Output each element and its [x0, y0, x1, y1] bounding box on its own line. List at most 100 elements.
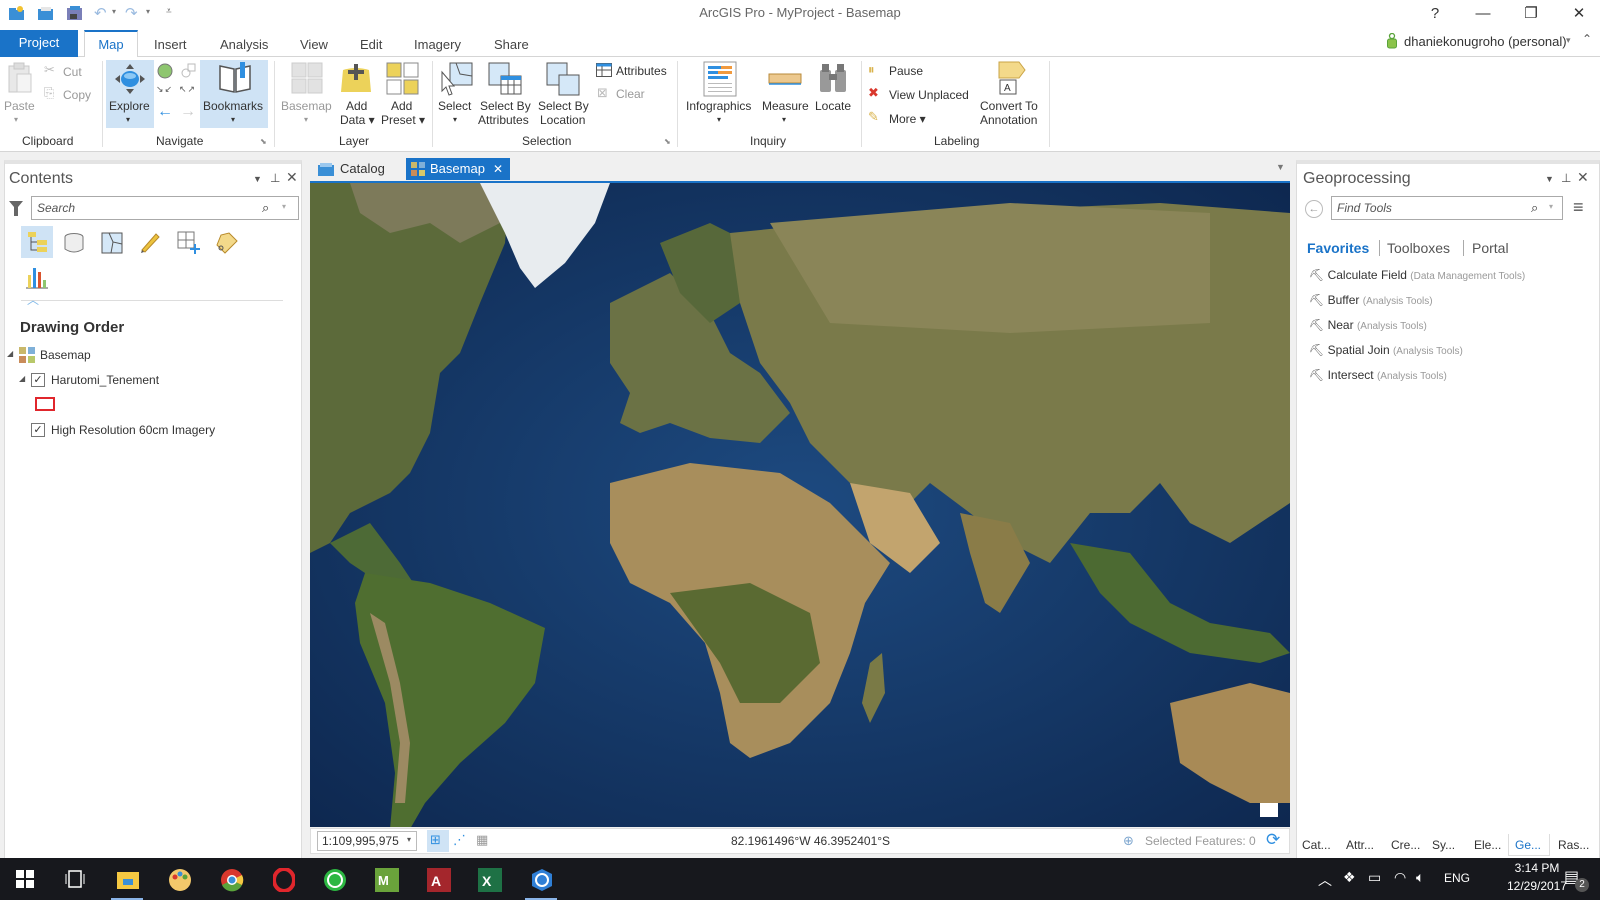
scale-dropdown-icon[interactable]: ▾ — [407, 835, 411, 844]
satellite-map[interactable] — [310, 183, 1290, 827]
arcgis-pro-app[interactable] — [517, 858, 565, 900]
paint-app[interactable] — [155, 858, 203, 900]
restore-button[interactable]: ❐ — [1508, 2, 1554, 26]
tab-project[interactable]: Project — [0, 30, 78, 57]
search-icon[interactable]: ⌕ — [1531, 200, 1538, 216]
layer-visibility-checkbox[interactable]: ✓ — [31, 423, 45, 437]
view-tabs-dropdown-icon[interactable]: ▼ — [1276, 162, 1285, 172]
tab-catalog[interactable]: Catalog — [316, 158, 404, 180]
attributes-button[interactable]: Attributes — [616, 64, 667, 78]
fixed-zoom-out-icon[interactable]: ↖↗ — [179, 84, 196, 95]
clock-date[interactable]: 12/29/2017 — [1500, 879, 1574, 893]
previous-extent-icon[interactable]: ← — [157, 103, 173, 121]
file-explorer-app[interactable] — [103, 858, 151, 900]
language-indicator[interactable]: ENG — [1444, 871, 1470, 885]
tab-imagery[interactable]: Imagery — [400, 32, 475, 57]
more-labeling-button[interactable]: More ▾ — [889, 112, 926, 126]
collapse-toolbar-icon[interactable]: ︿ — [27, 291, 39, 308]
add-preset-button[interactable]: Add — [391, 99, 412, 113]
measure-dropdown-icon[interactable]: ▾ — [782, 113, 786, 127]
convert-to-annotation-icon[interactable]: A — [995, 60, 1027, 96]
select-by-location-icon[interactable] — [546, 62, 580, 96]
basemap-button[interactable]: Basemap — [281, 99, 332, 113]
tool-item[interactable]: ⛏ Spatial Join (Analysis Tools) — [1309, 340, 1463, 360]
refresh-icon[interactable]: ⟳ — [1266, 830, 1280, 850]
user-dropdown-icon[interactable]: ▾ — [1566, 35, 1571, 46]
contents-search-input[interactable]: Search — [31, 196, 299, 220]
pane-tab-element[interactable]: Ele... — [1474, 834, 1501, 856]
convert-to-annotation-button[interactable]: Convert To — [980, 99, 1038, 113]
list-by-selection-icon[interactable] — [101, 232, 123, 254]
select-icon[interactable] — [440, 62, 474, 96]
list-by-drawing-order-icon[interactable] — [27, 232, 49, 252]
add-preset-dropdown[interactable]: Preset ▾ — [381, 113, 425, 127]
list-by-snapping-icon[interactable] — [177, 231, 201, 255]
map-view[interactable] — [310, 181, 1290, 827]
search-dropdown-icon[interactable]: ▾ — [1549, 202, 1553, 211]
opera-app[interactable] — [259, 858, 307, 900]
select-by-location-button[interactable]: Select By — [538, 99, 589, 113]
volume-icon[interactable]: 🔈︎ — [1416, 869, 1424, 886]
infographics-icon[interactable] — [703, 61, 737, 97]
dropbox-icon[interactable]: ❖ — [1343, 869, 1356, 886]
measure-icon[interactable] — [768, 73, 802, 85]
pin-icon[interactable]: ⊥ — [1561, 171, 1571, 185]
tool-item[interactable]: ⛏ Calculate Field (Data Management Tools… — [1309, 265, 1525, 285]
chrome-app[interactable] — [207, 858, 255, 900]
tab-insert[interactable]: Insert — [140, 32, 201, 57]
expand-layer-icon[interactable]: ◢ — [19, 374, 25, 383]
task-view-icon[interactable] — [65, 870, 85, 888]
back-icon[interactable]: ← — [1305, 200, 1323, 218]
list-by-labeling-icon[interactable] — [215, 231, 239, 255]
user-account[interactable]: dhaniekonugroho (personal) — [1404, 34, 1567, 49]
pause-button[interactable]: Pause — [889, 64, 923, 78]
select-by-attributes-icon[interactable] — [488, 62, 522, 96]
close-button[interactable]: ✕ — [1556, 2, 1600, 26]
next-extent-icon[interactable]: → — [180, 103, 196, 121]
tab-basemap[interactable]: Basemap ✕ — [406, 158, 510, 180]
pane-tab-symbology[interactable]: Sy... — [1432, 834, 1455, 856]
measure-button[interactable]: Measure — [762, 99, 809, 113]
bookmarks-dropdown-icon[interactable]: ▾ — [231, 113, 235, 127]
explore-icon[interactable] — [114, 63, 146, 95]
tab-edit[interactable]: Edit — [346, 32, 396, 57]
wifi-icon[interactable]: ◠ — [1394, 869, 1406, 886]
tab-toolboxes[interactable]: Toolboxes — [1387, 240, 1450, 256]
tree-item-imagery[interactable]: High Resolution 60cm Imagery — [51, 421, 215, 439]
paste-dropdown-icon[interactable]: ▾ — [14, 113, 18, 127]
tree-item-harutomi-tenement[interactable]: Harutomi_Tenement — [51, 371, 159, 389]
clock-time[interactable]: 3:14 PM — [1500, 861, 1574, 875]
grid-icon[interactable]: ⊞ — [430, 832, 441, 848]
selected-features-count[interactable]: Selected Features: 0 — [1145, 834, 1256, 848]
basemap-dropdown-icon[interactable]: ▾ — [304, 113, 308, 127]
layer-visibility-checkbox[interactable]: ✓ — [31, 373, 45, 387]
tab-favorites[interactable]: Favorites — [1307, 240, 1369, 256]
cut-button[interactable]: Cut — [63, 65, 82, 79]
list-by-editing-icon[interactable] — [139, 231, 161, 253]
tree-item-basemap[interactable]: Basemap — [40, 346, 91, 364]
pane-tab-catalog[interactable]: Cat... — [1302, 834, 1331, 856]
paste-button[interactable]: Paste — [4, 99, 35, 113]
select-dropdown-icon[interactable]: ▾ — [453, 113, 457, 127]
tab-share[interactable]: Share — [480, 32, 543, 57]
add-preset-icon[interactable] — [386, 62, 420, 96]
pane-tab-geoprocessing[interactable]: Ge... — [1508, 834, 1550, 856]
explore-dropdown-icon[interactable]: ▾ — [126, 113, 130, 127]
fixed-zoom-in-icon[interactable]: ↘↙ — [156, 84, 173, 95]
close-pane-icon[interactable]: ✕ — [1577, 169, 1589, 186]
select-button[interactable]: Select — [438, 99, 471, 113]
add-data-icon[interactable] — [340, 62, 372, 94]
whatsapp-app[interactable] — [310, 858, 358, 900]
bookmarks-icon[interactable] — [218, 62, 252, 94]
selection-launcher-icon[interactable]: ⬊ — [664, 137, 671, 146]
battery-icon[interactable]: ▭ — [1368, 869, 1381, 886]
search-dropdown-icon[interactable]: ▾ — [282, 202, 286, 211]
pane-options-icon[interactable]: ▼ — [1545, 174, 1554, 184]
pane-options-icon[interactable]: ▼ — [253, 174, 262, 184]
tool-item[interactable]: ⛏ Near (Analysis Tools) — [1309, 315, 1427, 335]
pane-tab-attributes[interactable]: Attr... — [1346, 834, 1374, 856]
filter-icon[interactable] — [9, 201, 23, 217]
clear-button[interactable]: Clear — [616, 87, 645, 101]
select-by-attributes-button[interactable]: Select By — [480, 99, 531, 113]
basemap-icon[interactable] — [291, 62, 323, 94]
